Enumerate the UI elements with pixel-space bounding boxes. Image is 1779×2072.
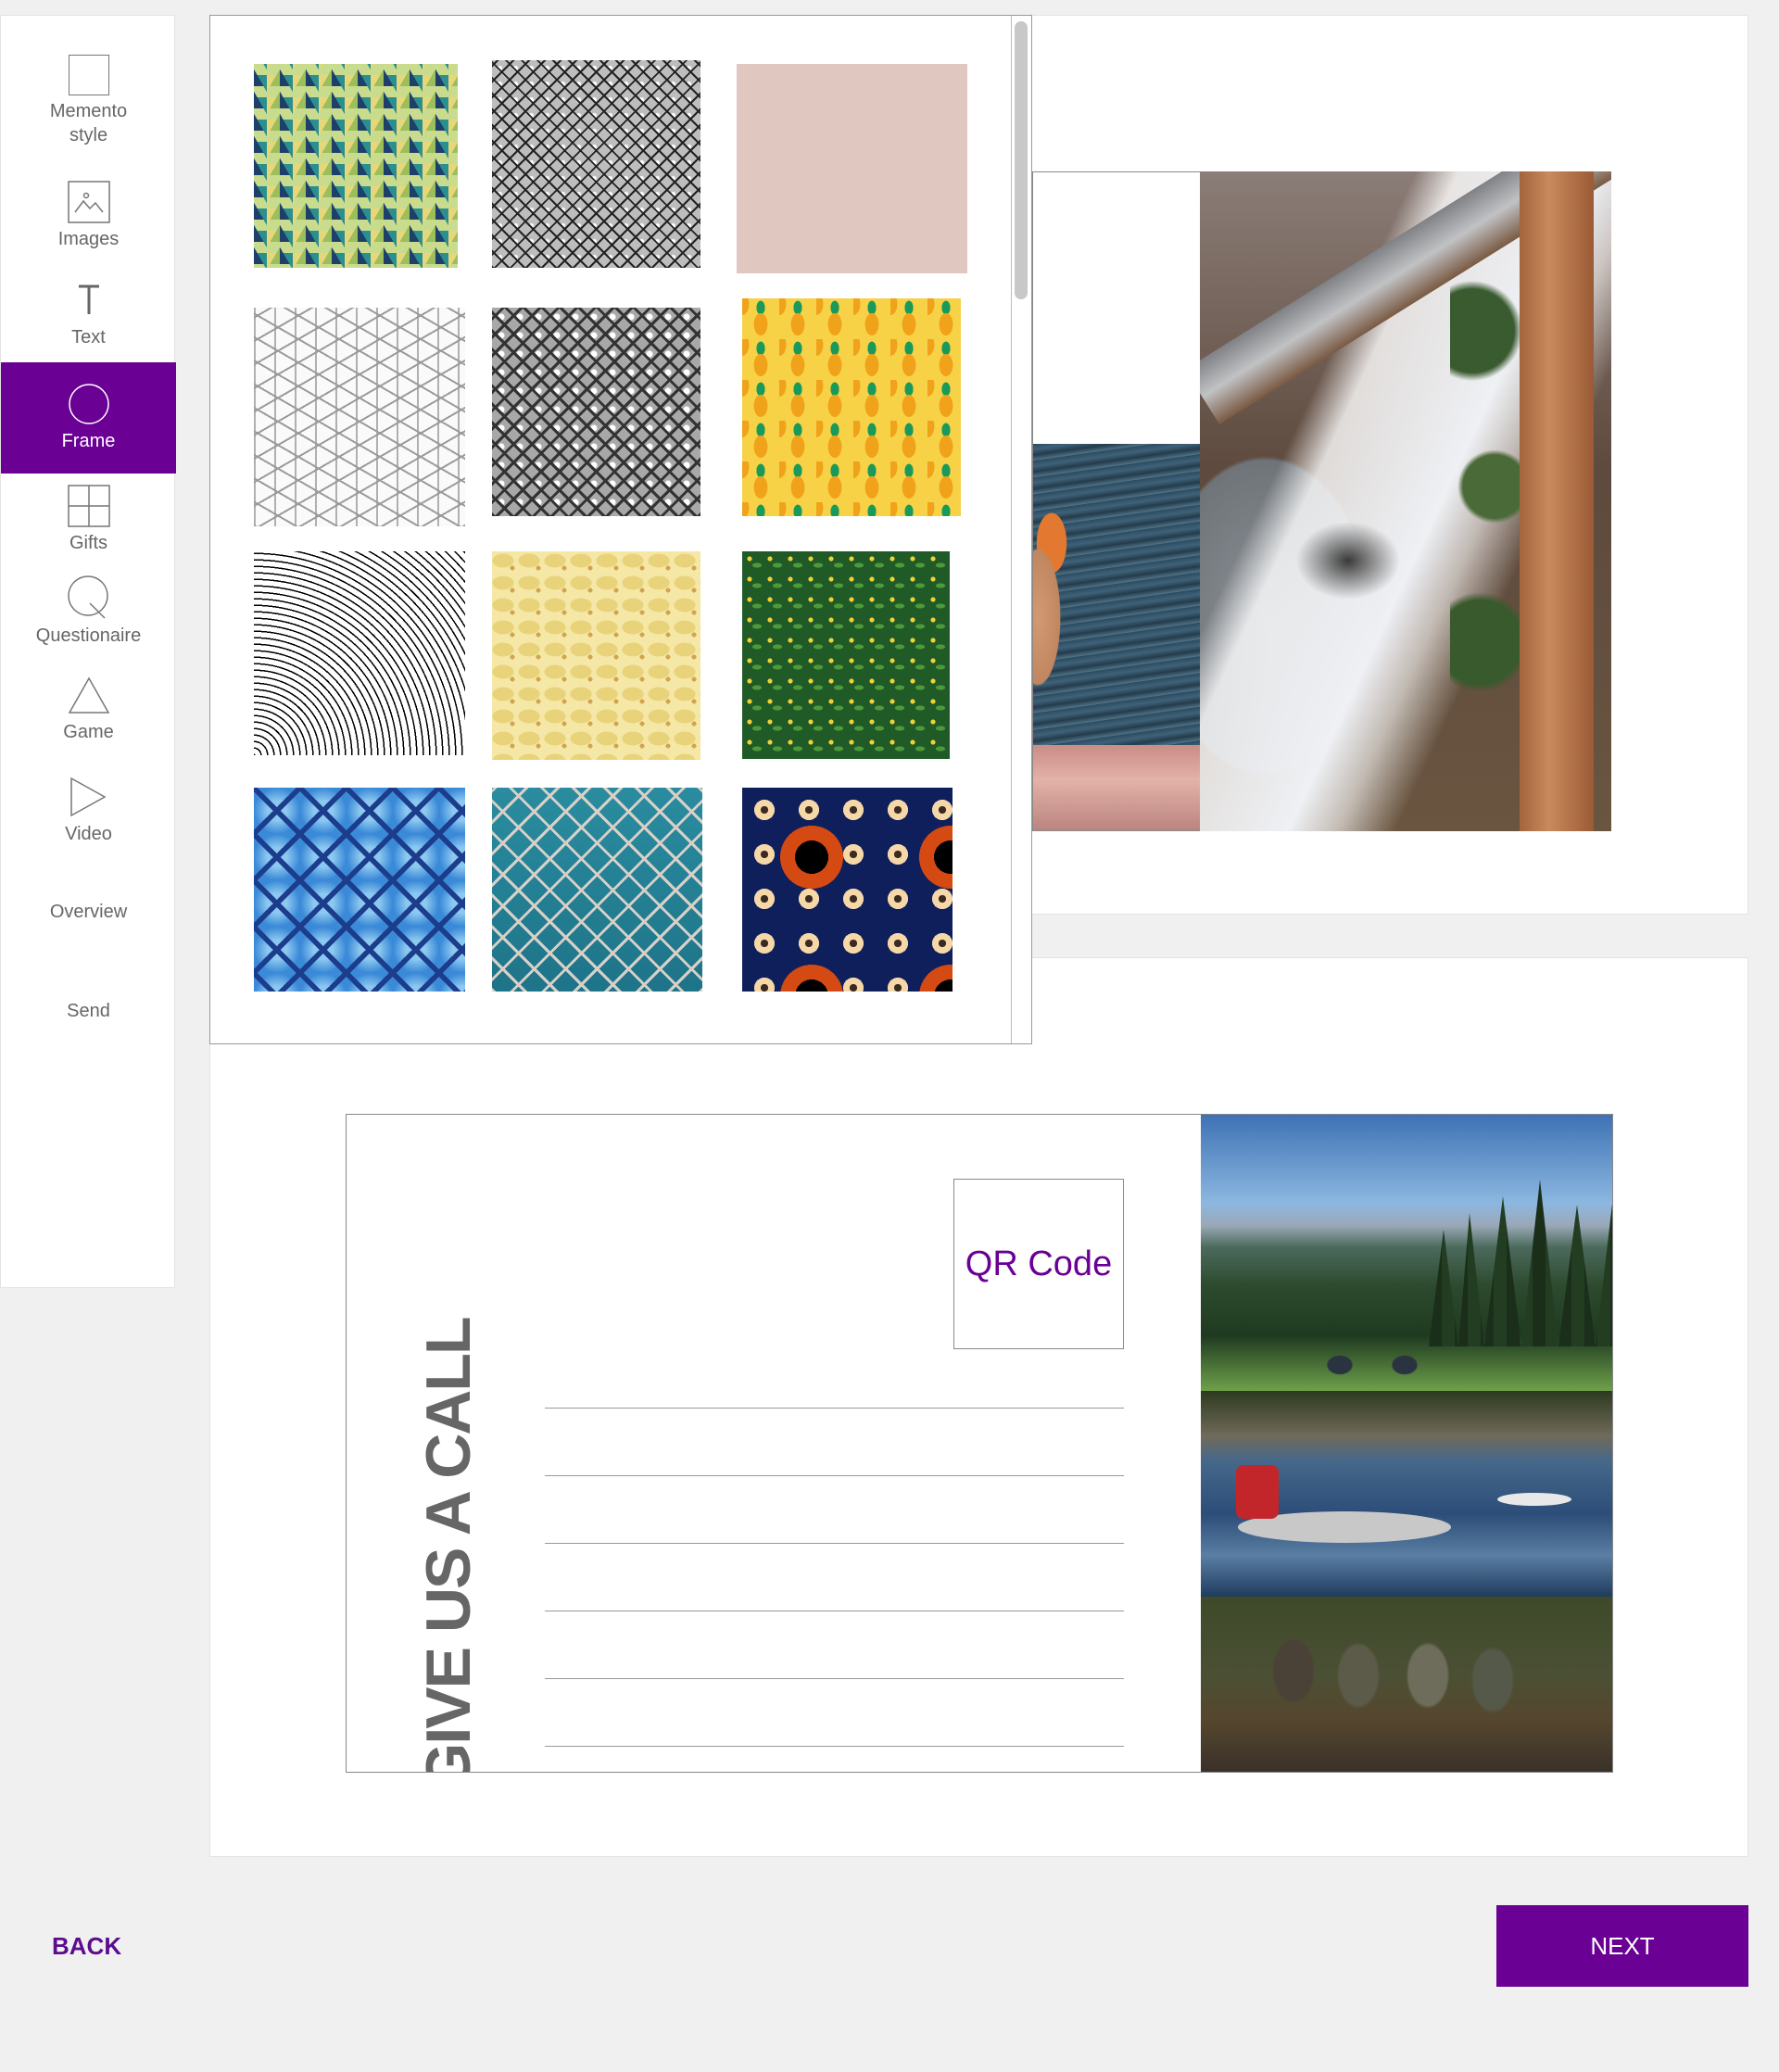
sidebar-item-overview[interactable]: Overview — [1, 900, 176, 924]
back-button[interactable]: BACK — [52, 1932, 121, 1961]
magnifier-icon — [67, 575, 108, 619]
sidebar-item-label: Frame — [61, 431, 116, 451]
address-line — [545, 1746, 1124, 1747]
lattice-pattern[interactable] — [492, 60, 700, 268]
blue-tile-pattern[interactable] — [254, 788, 465, 992]
sidebar-item-memento-style[interactable]: Memento style — [1, 55, 176, 147]
address-line — [545, 1543, 1124, 1544]
green-floral-pattern[interactable] — [742, 551, 950, 759]
sidebar-item-label: Overview — [49, 902, 128, 922]
pole-shape — [1520, 171, 1594, 831]
kayak-shape — [1497, 1493, 1571, 1506]
address-line — [545, 1408, 1124, 1409]
triangle-icon — [68, 676, 109, 714]
orange-circle-pattern[interactable] — [742, 788, 953, 992]
postcard-message-area: GIVE US A CALL QR Code — [347, 1115, 1201, 1772]
next-button[interactable]: NEXT — [1496, 1905, 1748, 1987]
cube-pattern[interactable] — [254, 308, 465, 526]
line-art-pattern[interactable] — [254, 551, 465, 755]
sidebar-item-images[interactable]: Images — [1, 181, 176, 251]
pink-pattern[interactable] — [737, 64, 967, 273]
foliage-shape — [1450, 227, 1524, 746]
person-photo-fragment — [1033, 450, 1098, 756]
text-icon — [78, 284, 99, 314]
popup-scrollbar-thumb[interactable] — [1015, 21, 1028, 299]
sidebar-item-text[interactable]: Text — [1, 279, 176, 349]
postcard-photo-collage — [1201, 1115, 1612, 1772]
postcard-headline[interactable]: GIVE US A CALL — [412, 1319, 485, 1773]
postcard-front-left — [1032, 171, 1200, 831]
kayak-photo[interactable] — [1201, 1391, 1612, 1597]
sidebar-item-frame[interactable]: Frame — [1, 362, 176, 474]
play-icon — [69, 777, 107, 817]
group-photo[interactable] — [1201, 1597, 1612, 1772]
qr-code-placeholder[interactable]: QR Code — [953, 1179, 1124, 1349]
address-line — [545, 1475, 1124, 1476]
postcard-back: GIVE US A CALL QR Code — [346, 1114, 1613, 1773]
tool-sidebar: Memento style Images Text Frame Gifts Qu… — [0, 15, 176, 1288]
sidebar-item-label: Images — [57, 229, 120, 249]
sidebar-item-label: Questionaire — [35, 625, 142, 646]
grid-icon — [67, 485, 110, 527]
sidebar-item-gifts[interactable]: Gifts — [1, 485, 176, 555]
popup-scrollbar[interactable] — [1011, 16, 1031, 1043]
sidebar-item-send[interactable]: Send — [1, 999, 176, 1023]
sidebar-item-label: Video — [65, 824, 112, 844]
pineapple-pattern[interactable] — [742, 298, 961, 516]
frame-pattern-picker — [209, 15, 1032, 1044]
square-icon — [68, 55, 109, 95]
yellow-pebble-pattern[interactable] — [492, 551, 700, 760]
address-line — [545, 1678, 1124, 1679]
trees-shape — [1429, 1180, 1612, 1346]
party-photo[interactable] — [1200, 171, 1611, 831]
sidebar-item-video[interactable]: Video — [1, 776, 176, 846]
sidebar-item-label: Send — [67, 1001, 110, 1021]
sidebar-item-label: Gifts — [69, 533, 108, 553]
sidebar-item-label: Text — [71, 327, 106, 347]
sidebar-item-label: Memento style — [49, 101, 128, 145]
rock-photo-fragment — [1033, 745, 1200, 830]
sidebar-item-label: Game — [63, 722, 114, 742]
teal-mosaic-pattern[interactable] — [492, 788, 702, 992]
sidebar-item-game[interactable]: Game — [1, 674, 176, 744]
sidebar-item-questionaire[interactable]: Questionaire — [1, 575, 176, 648]
qr-label: QR Code — [965, 1244, 1113, 1283]
vest-shape — [1236, 1465, 1279, 1519]
triangle-pattern[interactable] — [254, 64, 458, 268]
circle-icon — [68, 384, 109, 424]
mountain-photo[interactable] — [1201, 1115, 1612, 1391]
image-icon — [67, 181, 110, 223]
lattice-dark-pattern[interactable] — [492, 308, 700, 516]
